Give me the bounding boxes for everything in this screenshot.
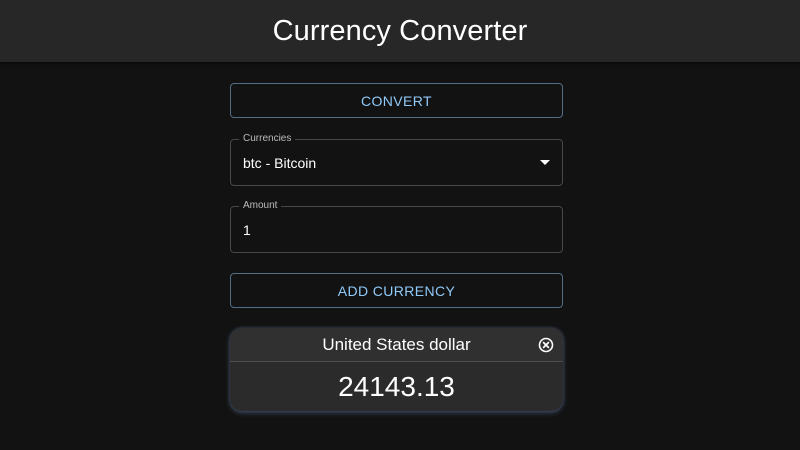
amount-input-value[interactable]: 1 — [243, 207, 251, 252]
dropdown-arrow-icon[interactable] — [540, 160, 550, 165]
result-card-body: 24143.13 — [230, 362, 563, 411]
app-bar: Currency Converter — [0, 0, 800, 62]
result-card: United States dollar 24143.13 — [230, 328, 563, 411]
result-value: 24143.13 — [338, 370, 455, 402]
amount-input[interactable]: Amount 1 — [230, 200, 563, 253]
currency-select-value: btc - Bitcoin — [243, 154, 317, 171]
result-currency-name: United States dollar — [322, 334, 471, 354]
page-title: Currency Converter — [272, 14, 528, 47]
currency-select[interactable]: Currencies btc - Bitcoin — [230, 133, 563, 186]
close-circle-icon[interactable] — [538, 337, 554, 353]
convert-button[interactable]: CONVERT — [230, 83, 563, 118]
result-card-header: United States dollar — [230, 328, 563, 362]
add-currency-button[interactable]: ADD CURRENCY — [230, 273, 563, 308]
